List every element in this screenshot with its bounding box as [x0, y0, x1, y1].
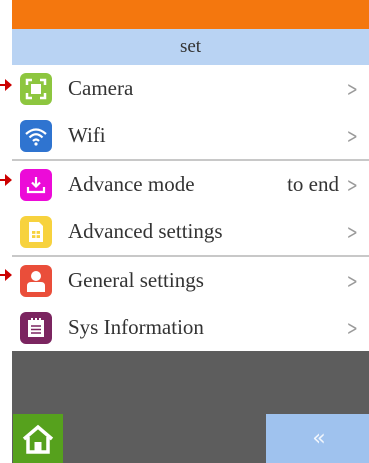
menu-item-wifi[interactable]: Wifi > — [12, 112, 369, 159]
calendar-list-icon — [20, 311, 52, 344]
mode-value: to end — [287, 172, 339, 196]
wifi-icon — [20, 119, 52, 152]
download-tray-icon — [20, 168, 52, 201]
home-button[interactable] — [13, 414, 63, 463]
chevron-right-icon: > — [347, 268, 359, 293]
settings-menu: Camera > Wifi > Advance mode to end > Ad… — [12, 65, 369, 351]
menu-item-label: Sys Information — [68, 315, 204, 339]
double-chevron-left-icon: « — [312, 426, 326, 451]
menu-item-general-settings[interactable]: General settings > — [12, 257, 369, 304]
menu-item-sys-information[interactable]: Sys Information > — [12, 304, 369, 351]
menu-item-label: Advance mode — [68, 172, 195, 196]
annotation-arrow-icon — [0, 174, 12, 186]
sim-card-icon — [20, 215, 52, 248]
menu-item-label: Advanced settings — [68, 219, 223, 243]
annotation-arrow-icon — [0, 269, 12, 281]
user-icon — [20, 264, 52, 297]
chevron-right-icon: > — [347, 315, 359, 340]
camera-frame-icon — [20, 72, 52, 105]
menu-item-advanced-settings[interactable]: Advanced settings > — [12, 208, 369, 255]
chevron-right-icon: > — [347, 76, 359, 101]
settings-screen: set Camera > Wifi > Advance mode to end … — [12, 0, 369, 463]
menu-item-label: Wifi — [68, 123, 106, 147]
chevron-right-icon: > — [347, 219, 359, 244]
page-title: set — [12, 29, 369, 65]
back-button[interactable]: « — [266, 414, 369, 463]
status-bar — [12, 0, 369, 29]
chevron-right-icon: > — [347, 172, 359, 197]
menu-item-advance-mode[interactable]: Advance mode to end > — [12, 161, 369, 208]
menu-item-label: General settings — [68, 268, 204, 292]
chevron-right-icon: > — [347, 123, 359, 148]
menu-item-camera[interactable]: Camera > — [12, 65, 369, 112]
menu-item-label: Camera — [68, 76, 134, 100]
annotation-arrow-icon — [0, 79, 12, 91]
home-icon — [22, 424, 54, 454]
